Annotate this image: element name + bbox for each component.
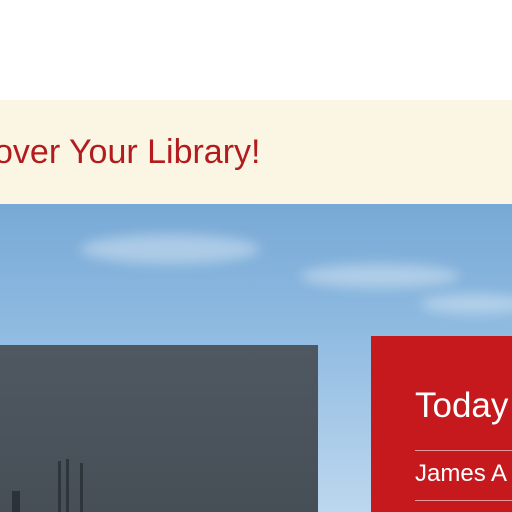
cloud [80, 234, 260, 264]
today-panel-item[interactable]: James A [415, 459, 507, 489]
banner-headline: over Your Library! [0, 133, 261, 171]
antenna-icon [58, 461, 61, 512]
today-panel-divider [415, 500, 512, 501]
antenna-icon [80, 463, 83, 512]
cloud [300, 264, 460, 288]
header-area [0, 0, 512, 100]
page: over Your Library! Today James A [0, 0, 512, 512]
today-panel-title: Today [415, 386, 509, 425]
rooftop-structure [12, 491, 20, 512]
today-panel: Today James A [371, 336, 512, 512]
antenna-icon [66, 459, 69, 512]
cloud [420, 294, 512, 314]
today-panel-divider [415, 450, 512, 451]
library-building [0, 345, 318, 512]
